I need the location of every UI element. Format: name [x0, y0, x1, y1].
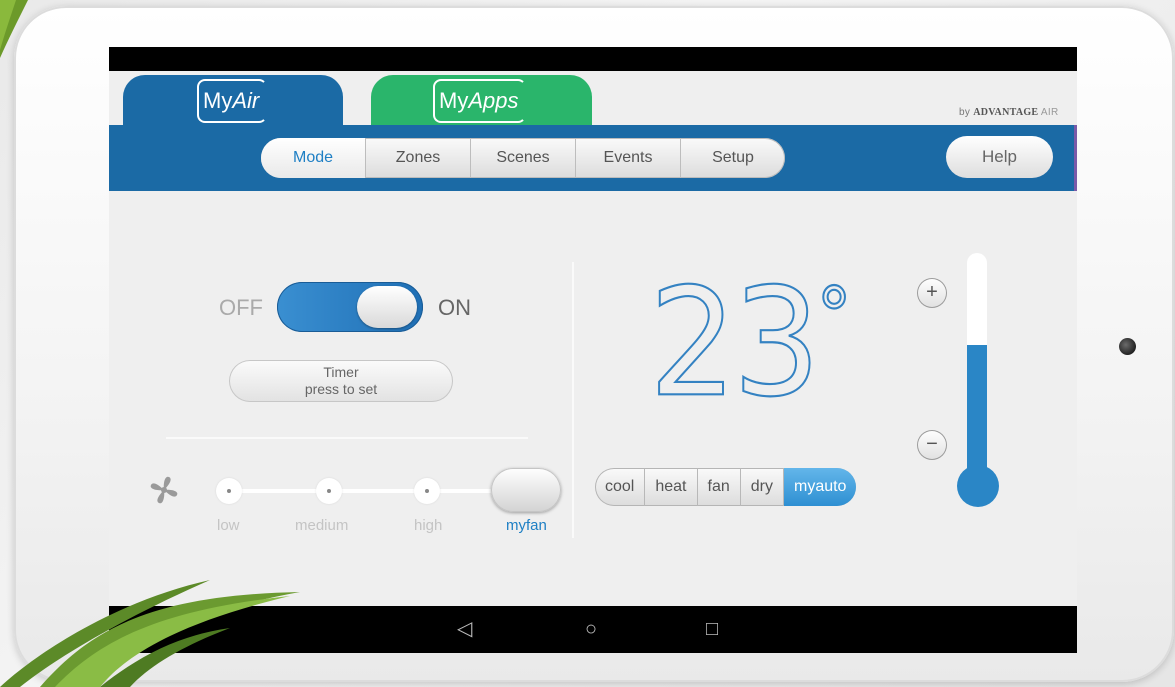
fan-speed-low-dot[interactable] [216, 478, 242, 504]
myapps-logo-name: Apps [468, 88, 519, 113]
nav-mode[interactable]: Mode [261, 138, 366, 178]
back-icon[interactable]: ◁ [457, 616, 472, 642]
nav-edge [1074, 125, 1077, 191]
myair-logo-my: My [203, 88, 233, 113]
brand-suffix: AIR [1040, 107, 1059, 118]
tab-myair[interactable]: MyAir [123, 75, 343, 125]
status-bar [109, 47, 1077, 71]
mode-selector: cool heat fan dry myauto [595, 468, 857, 506]
fan-speed-myfan-label[interactable]: myfan [506, 517, 547, 534]
power-toggle-knob[interactable] [357, 286, 417, 328]
nav-scenes[interactable]: Scenes [471, 138, 576, 178]
section-nav: Mode Zones Scenes Events Setup [261, 138, 785, 178]
main-nav-bar: Mode Zones Scenes Events Setup Help [109, 125, 1077, 191]
fan-speed-low-label[interactable]: low [217, 517, 240, 534]
nav-events[interactable]: Events [576, 138, 681, 178]
timer-subtitle: press to set [304, 381, 378, 397]
nav-zones[interactable]: Zones [366, 138, 471, 178]
fan-speed-high-dot[interactable] [414, 478, 440, 504]
brand-name: ADVANTAGE [973, 107, 1039, 118]
brand-by: by [959, 107, 971, 118]
mode-myauto[interactable]: myauto [783, 468, 857, 506]
panel-divider [572, 262, 574, 538]
power-toggle[interactable] [277, 282, 423, 332]
off-label: OFF [219, 295, 263, 320]
temp-decrease-button[interactable]: − [917, 430, 947, 460]
thermometer-tube[interactable] [967, 253, 987, 483]
temperature-unit: ° [816, 271, 853, 360]
myair-logo-name: Air [232, 88, 260, 113]
brand-logo: by ADVANTAGE AIR [959, 107, 1059, 118]
thermometer-fill [967, 345, 987, 483]
temp-increase-button[interactable]: + [917, 278, 947, 308]
temperature-display: 23° [648, 267, 853, 418]
camera-icon [1119, 338, 1136, 355]
timer-button[interactable]: Timer press to set [229, 360, 453, 402]
mode-cool[interactable]: cool [595, 468, 646, 506]
on-label: ON [438, 295, 471, 320]
thermometer-bulb [957, 465, 999, 507]
myair-logo: MyAir [197, 79, 268, 123]
mode-dry[interactable]: dry [741, 468, 784, 506]
fan-speed-high-label[interactable]: high [414, 517, 442, 534]
mode-fan[interactable]: fan [698, 468, 741, 506]
leaf-bottom-left [0, 580, 300, 687]
fan-speed-medium-label[interactable]: medium [295, 517, 348, 534]
tab-myapps[interactable]: MyApps [371, 75, 592, 125]
myapps-logo-my: My [439, 88, 469, 113]
home-icon[interactable]: ○ [585, 616, 597, 642]
fan-speed-knob[interactable] [491, 468, 561, 512]
fan-speed-medium-dot[interactable] [316, 478, 342, 504]
mode-heat[interactable]: heat [645, 468, 698, 506]
divider [166, 437, 528, 439]
help-button[interactable]: Help [946, 136, 1053, 178]
recents-icon[interactable]: □ [706, 616, 718, 642]
myapps-logo: MyApps [433, 79, 527, 123]
nav-setup[interactable]: Setup [681, 138, 785, 178]
timer-title: Timer [323, 364, 359, 380]
fan-icon [150, 476, 178, 504]
temperature-value: 23 [648, 256, 822, 430]
